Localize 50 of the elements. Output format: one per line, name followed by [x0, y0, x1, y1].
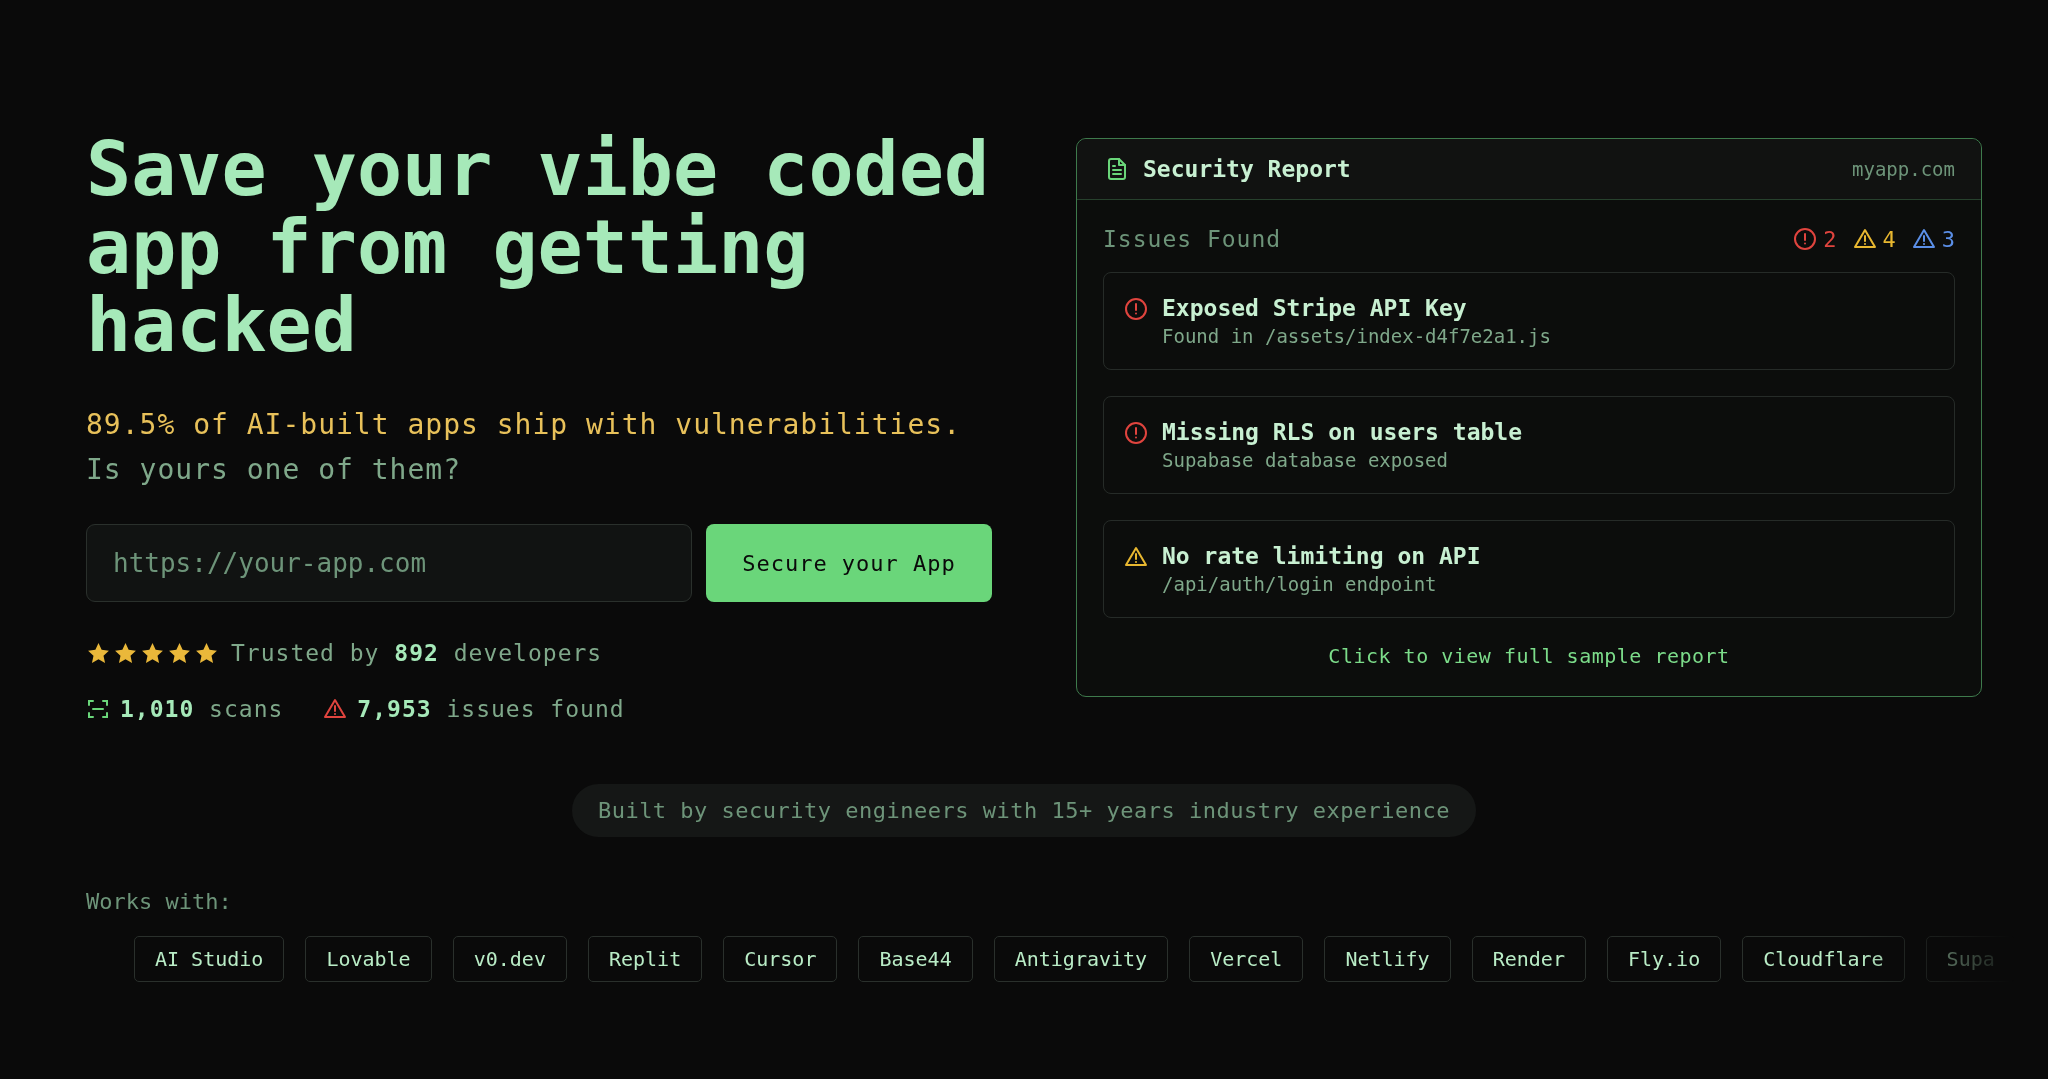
platform-tag: AI Studio: [134, 936, 285, 982]
sample-report-link[interactable]: Click to view full sample report: [1328, 644, 1730, 668]
credentials-badge: Built by security engineers with 15+ years industry experience: [571, 784, 1477, 837]
domain-text: myapp.com: [1852, 158, 1955, 180]
alert-circle-icon: [1124, 421, 1148, 445]
document-icon: [1105, 157, 1129, 181]
issue-title: Missing RLS on users table: [1162, 419, 1523, 445]
platform-tag: Replit: [587, 936, 703, 982]
secure-app-button[interactable]: Secure your App: [706, 524, 992, 602]
scan-count: 1,010 scans: [120, 696, 284, 722]
issue-count: 7,953 issues found: [357, 696, 625, 722]
issue-detail: /api/auth/login endpoint: [1162, 573, 1438, 595]
issue-detail: Found in /assets/index-d4f7e2a1.js: [1162, 325, 1551, 347]
issue-card[interactable]: No rate limiting on API /api/auth/login endpoint: [1103, 520, 1955, 618]
platform-tag: v0.dev: [452, 936, 567, 982]
issue-title: No rate limiting on API: [1162, 543, 1481, 569]
platform-tag: Render: [1471, 936, 1586, 982]
platform-tag: Cloudflare: [1742, 936, 1905, 982]
issue-count: 2: [1823, 226, 1837, 252]
platform-tag: Antigravity: [993, 936, 1169, 982]
star-icon: [86, 640, 111, 666]
issue-count: 3: [1941, 226, 1955, 252]
star-icon: [194, 640, 219, 666]
report-card[interactable]: [1076, 138, 1982, 697]
platform-tag: Vercel: [1189, 936, 1304, 982]
scan-icon: [86, 697, 110, 721]
issue-detail: Supabase database exposed: [1162, 449, 1449, 471]
platform-tag: Netlify: [1324, 936, 1451, 982]
platform-tag: Fly.io: [1606, 936, 1722, 982]
issue-count: 4: [1882, 226, 1896, 252]
alert-circle-icon: [1124, 297, 1148, 321]
warning-triangle-icon: [323, 697, 348, 721]
question-text: Is yours one of them?: [86, 453, 462, 486]
platform-tag: Cursor: [723, 936, 838, 982]
url-input-field[interactable]: https://your-app.com: [86, 524, 692, 602]
star-icon: [140, 640, 165, 666]
stat-text: 89.5% of AI-built apps ship with vulnerabilities.: [86, 408, 962, 441]
issue-card[interactable]: Exposed Stripe API Key Found in /assets/index-d4f7e2a1.js: [1103, 272, 1955, 370]
report-title: Security Report: [1143, 156, 1351, 182]
trusted-by-text: Trusted by 892 developers: [231, 640, 603, 666]
warning-triangle-icon: [1124, 545, 1148, 569]
headline: Save your vibe coded app from getting hacked: [86, 130, 991, 364]
issue-title: Exposed Stripe API Key: [1162, 295, 1468, 321]
issues-found-label: Issues Found: [1103, 226, 1282, 252]
star-icon: [113, 640, 138, 666]
platform-tag: Lovable: [305, 936, 432, 982]
works-with-label: Works with:: [86, 889, 233, 914]
platform-tag: Base44: [858, 936, 973, 982]
star-icon: [167, 640, 192, 666]
issue-card[interactable]: Missing RLS on users table Supabase database exposed: [1103, 396, 1955, 494]
